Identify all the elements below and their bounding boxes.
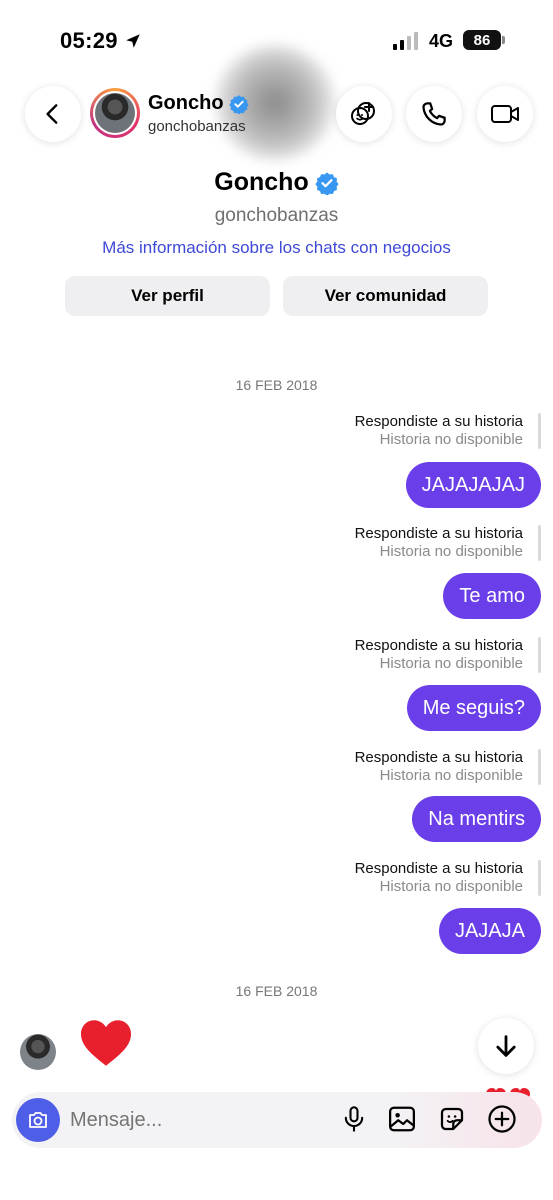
gallery-icon xyxy=(389,1106,415,1132)
gallery-button[interactable] xyxy=(386,1103,418,1135)
story-reply-label: Respondiste a su historia Historia no di… xyxy=(354,413,523,448)
header-avatar[interactable] xyxy=(90,88,140,138)
verified-icon xyxy=(228,94,249,114)
profile-name-row: Goncho xyxy=(0,168,553,197)
call-button[interactable] xyxy=(406,86,462,142)
sender-avatar[interactable] xyxy=(20,1034,56,1070)
battery-tip xyxy=(502,36,505,44)
signal-icon xyxy=(393,32,418,50)
message-bubble[interactable]: Te amo xyxy=(443,573,541,619)
story-reply-label: Respondiste a su historia Historia no di… xyxy=(354,749,523,784)
profile-username: gonchobanzas xyxy=(214,205,339,226)
story-reply-bar xyxy=(538,749,541,785)
phone-icon xyxy=(422,102,446,126)
scroll-down-button[interactable] xyxy=(478,1018,534,1074)
add-button[interactable] xyxy=(486,1103,518,1135)
status-time: 05:29 xyxy=(60,28,142,54)
message-bubble[interactable]: JAJAJAJAJ xyxy=(405,462,541,508)
video-icon xyxy=(491,105,519,123)
sticker-button[interactable] xyxy=(436,1103,468,1135)
message-bubble[interactable]: JAJAJA xyxy=(438,908,541,954)
story-reply-bar xyxy=(538,413,541,449)
view-community-button[interactable]: Ver comunidad xyxy=(283,276,488,316)
profile-name: Goncho xyxy=(214,168,309,196)
story-reply-label: Respondiste a su historia Historia no di… xyxy=(354,860,523,895)
header-name: Goncho xyxy=(148,92,224,114)
view-profile-button[interactable]: Ver perfil xyxy=(65,276,270,316)
battery-icon: 86 xyxy=(463,30,501,50)
heart-icon xyxy=(81,1020,131,1066)
story-reply-bar xyxy=(538,860,541,896)
story-reply-bar xyxy=(538,525,541,561)
story-reply-label: Respondiste a su historia Historia no di… xyxy=(354,525,523,560)
camera-icon xyxy=(29,1112,47,1128)
microphone-button[interactable] xyxy=(338,1103,370,1135)
story-reply-label: Respondiste a su historia Historia no di… xyxy=(354,637,523,672)
message-input[interactable] xyxy=(70,1100,320,1140)
date-separator: 16 FEB 2018 xyxy=(235,983,318,999)
back-button[interactable] xyxy=(25,86,81,142)
back-icon xyxy=(46,104,58,124)
date-separator: 16 FEB 2018 xyxy=(235,377,318,393)
message-bubble[interactable]: Na mentirs xyxy=(412,796,541,842)
location-arrow-icon xyxy=(126,34,140,48)
sticker-icon xyxy=(440,1107,464,1131)
add-effects-icon xyxy=(351,102,375,125)
arrow-down-icon xyxy=(496,1035,516,1057)
verified-icon xyxy=(315,172,339,195)
story-reply-bar xyxy=(538,637,541,673)
header-username: gonchobanzas xyxy=(148,118,246,135)
header-name-row[interactable]: Goncho xyxy=(148,92,249,115)
heart-message[interactable] xyxy=(78,1018,134,1073)
video-call-button[interactable] xyxy=(477,86,533,142)
network-type: 4G xyxy=(428,31,453,51)
plus-icon xyxy=(488,1105,516,1133)
business-chat-info-link[interactable]: Más información sobre los chats con nego… xyxy=(0,238,553,258)
effects-button[interactable] xyxy=(336,86,392,142)
microphone-icon xyxy=(344,1106,364,1132)
message-bubble[interactable]: Me seguis? xyxy=(406,685,541,731)
camera-button[interactable] xyxy=(16,1098,60,1142)
